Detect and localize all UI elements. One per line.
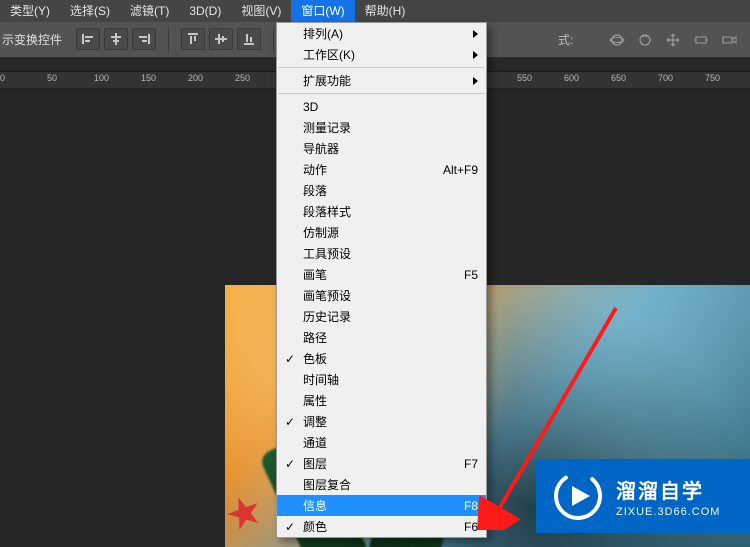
menu-item-label: 3D (303, 100, 318, 114)
menu-item[interactable]: 动作 Alt+F9 (277, 159, 486, 180)
ruler-tick: 50 (47, 73, 57, 83)
ruler-tick: 750 (705, 73, 720, 83)
align-top-icon[interactable] (181, 28, 205, 50)
menu-item[interactable]: 通道 (277, 432, 486, 453)
check-icon: ✓ (285, 520, 295, 534)
menu-item-label: 仿制源 (303, 224, 339, 241)
menu-item-label: 工作区(K) (303, 46, 355, 63)
menu-item[interactable]: 3D (277, 96, 486, 117)
menu-item-label: 图层复合 (303, 476, 351, 493)
window-menu-dropdown: 排列(A) 工作区(K) 扩展功能 3D 测量记录导航器动作 Alt+F9 段落段落样式仿制… (276, 22, 487, 538)
menu-item[interactable]: ✓ 颜色 F6 (277, 516, 486, 537)
play-logo-icon (550, 468, 606, 524)
menu-item-label: 色板 (303, 350, 327, 367)
badge-title: 溜溜自学 (616, 475, 720, 504)
ruler-tick: 550 (517, 73, 532, 83)
menu-item[interactable]: 导航器 (277, 138, 486, 159)
menu-item-label: 动作 (303, 161, 327, 178)
menu-item-label: 通道 (303, 434, 327, 451)
menu-3d[interactable]: 3D(D) (179, 0, 231, 22)
menu-window[interactable]: 窗口(W) (291, 0, 354, 22)
menu-item[interactable]: 图层复合 (277, 474, 486, 495)
menu-item[interactable]: 路径 (277, 327, 486, 348)
ruler-tick: 0 (0, 73, 5, 83)
menu-item[interactable]: 工作区(K) (277, 44, 486, 65)
menu-item-label: 工具预设 (303, 245, 351, 262)
menu-item-label: 画笔 (303, 266, 327, 283)
3d-slide-icon[interactable] (692, 31, 710, 49)
menu-item[interactable]: 测量记录 (277, 117, 486, 138)
menu-type[interactable]: 类型(Y) (0, 0, 60, 22)
check-icon: ✓ (285, 415, 295, 429)
menu-item[interactable]: 排列(A) (277, 23, 486, 44)
menu-item-label: 测量记录 (303, 119, 351, 136)
menu-item-label: 排列(A) (303, 25, 343, 42)
menu-item[interactable]: 时间轴 (277, 369, 486, 390)
3d-orbit-icon[interactable] (608, 31, 626, 49)
menu-item[interactable]: 段落 (277, 180, 486, 201)
menu-item-shortcut: F5 (464, 268, 478, 282)
menu-item-shortcut: F8 (464, 499, 478, 513)
menu-item[interactable]: ✓ 调整 (277, 411, 486, 432)
menu-item[interactable]: 段落样式 (277, 201, 486, 222)
menu-separator (278, 93, 485, 94)
menu-select[interactable]: 选择(S) (60, 0, 120, 22)
3d-camera-icon[interactable] (720, 31, 738, 49)
menu-item[interactable]: 历史记录 (277, 306, 486, 327)
options-divider (168, 28, 169, 52)
menu-item-label: 画笔预设 (303, 287, 351, 304)
menu-item-label: 属性 (303, 392, 327, 409)
ruler-tick: 700 (658, 73, 673, 83)
menu-item[interactable]: ✓ 图层 F7 (277, 453, 486, 474)
ruler-tick: 200 (188, 73, 203, 83)
menu-item-shortcut: F7 (464, 457, 478, 471)
watermark-badge: 溜溜自学 ZIXUE.3D66.COM (536, 459, 750, 533)
menu-item[interactable]: 工具预设 (277, 243, 486, 264)
align-vcenter-icon[interactable] (209, 28, 233, 50)
menubar: 类型(Y) 选择(S) 滤镜(T) 3D(D) 视图(V) 窗口(W) 帮助(H… (0, 0, 750, 22)
menu-item-label: 信息 (303, 497, 327, 514)
badge-subtitle: ZIXUE.3D66.COM (616, 506, 720, 518)
menu-item[interactable]: 信息 F8 (277, 495, 486, 516)
ruler-tick: 250 (235, 73, 250, 83)
align-hcenter-icon[interactable] (104, 28, 128, 50)
menu-item-label: 段落 (303, 182, 327, 199)
menu-item[interactable]: 画笔预设 (277, 285, 486, 306)
menu-help[interactable]: 帮助(H) (355, 0, 416, 22)
menu-item[interactable]: 画笔 F5 (277, 264, 486, 285)
3d-roll-icon[interactable] (636, 31, 654, 49)
menu-item-label: 段落样式 (303, 203, 351, 220)
options-divider (273, 28, 274, 52)
menu-item[interactable]: 仿制源 (277, 222, 486, 243)
menu-filter[interactable]: 滤镜(T) (120, 0, 179, 22)
menu-item-label: 时间轴 (303, 371, 339, 388)
menu-view[interactable]: 视图(V) (231, 0, 291, 22)
ruler-tick: 600 (564, 73, 579, 83)
menu-item-label: 图层 (303, 455, 327, 472)
ruler-tick: 150 (141, 73, 156, 83)
check-icon: ✓ (285, 457, 295, 471)
check-icon: ✓ (285, 352, 295, 366)
menu-item-shortcut: F6 (464, 520, 478, 534)
menu-item-label: 导航器 (303, 140, 339, 157)
align-right-icon[interactable] (132, 28, 156, 50)
menu-item-shortcut: Alt+F9 (443, 163, 478, 177)
3d-pan-icon[interactable] (664, 31, 682, 49)
menu-item[interactable]: 属性 (277, 390, 486, 411)
ruler-tick: 100 (94, 73, 109, 83)
transform-controls-label: 示变换控件 (0, 31, 72, 48)
3d-mode-icons (608, 31, 750, 49)
menu-item-label: 调整 (303, 413, 327, 430)
menu-item-label: 颜色 (303, 518, 327, 535)
menu-item-label: 历史记录 (303, 308, 351, 325)
menu-item-label: 扩展功能 (303, 72, 351, 89)
menu-item-label: 路径 (303, 329, 327, 346)
align-left-icon[interactable] (76, 28, 100, 50)
menu-item[interactable]: 扩展功能 (277, 70, 486, 91)
align-bottom-icon[interactable] (237, 28, 261, 50)
ruler-tick: 650 (611, 73, 626, 83)
menu-separator (278, 67, 485, 68)
mode-label: 式: (558, 31, 573, 48)
menu-item[interactable]: ✓ 色板 (277, 348, 486, 369)
